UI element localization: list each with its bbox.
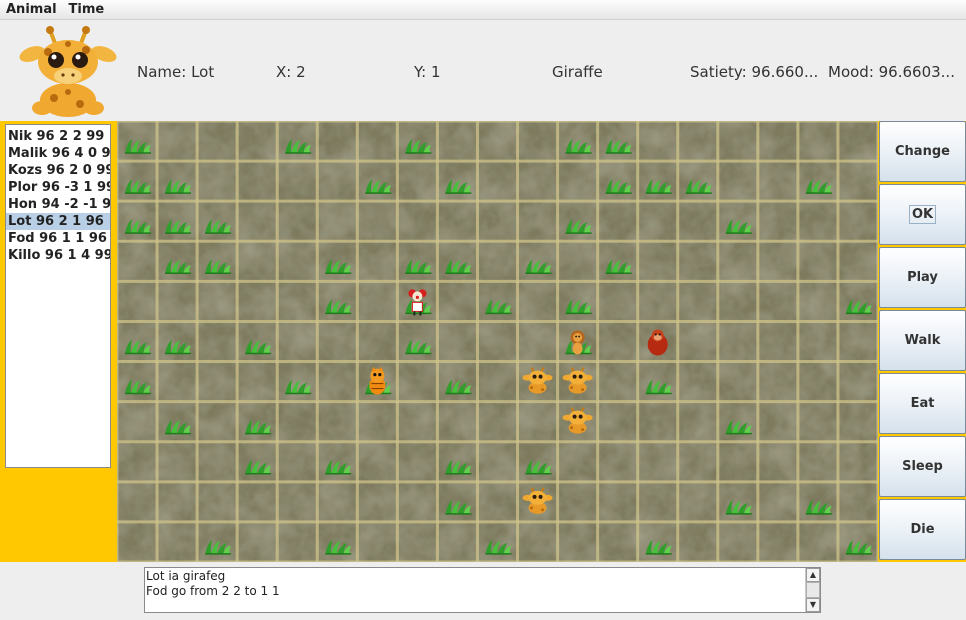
animal-list-item[interactable]: Hon 94 -2 -1 99 xyxy=(6,196,110,213)
info-satiety: Satiety: 96.660... xyxy=(690,63,819,81)
animal-list-item[interactable]: Plor 96 -3 1 99 xyxy=(6,179,110,196)
menu-bar: Animal Time xyxy=(0,0,966,20)
scroll-down-icon[interactable]: ▼ xyxy=(806,598,820,612)
walk-button[interactable]: Walk xyxy=(879,310,966,371)
bottom-panel: Lot ia girafeg Fod go from 2 2 to 1 1 ▲ … xyxy=(0,562,966,620)
map-vegetation-texture xyxy=(117,121,878,562)
animal-list-item[interactable]: Killo 96 1 4 99 xyxy=(6,247,110,264)
left-panel: Nik 96 2 2 99 Malik 96 4 0 99 Kozs 96 2 … xyxy=(0,121,117,562)
play-button[interactable]: Play xyxy=(879,247,966,308)
ok-button-label: OK xyxy=(908,205,937,224)
animal-list[interactable]: Nik 96 2 2 99 Malik 96 4 0 99 Kozs 96 2 … xyxy=(5,124,111,468)
animal-list-item[interactable]: Malik 96 4 0 99 xyxy=(6,145,110,162)
log-scrollbar[interactable]: ▲ ▼ xyxy=(805,568,820,612)
animal-info-bar: Name: Lot X: 2 Y: 1 Giraffe Satiety: 96.… xyxy=(0,20,966,121)
menu-time[interactable]: Time xyxy=(63,2,111,17)
change-button[interactable]: Change xyxy=(879,121,966,182)
menu-animal[interactable]: Animal xyxy=(0,2,63,17)
die-button[interactable]: Die xyxy=(879,499,966,560)
event-log[interactable]: Lot ia girafeg Fod go from 2 2 to 1 1 ▲ … xyxy=(144,567,821,613)
log-line: Fod go from 2 2 to 1 1 xyxy=(146,584,280,598)
savanna-map[interactable] xyxy=(117,121,878,562)
scroll-thumb[interactable] xyxy=(806,582,820,598)
scroll-up-icon[interactable]: ▲ xyxy=(806,568,820,582)
log-line: Lot ia girafeg xyxy=(146,569,226,583)
animal-list-item[interactable]: Lot 96 2 1 96 xyxy=(6,213,110,230)
sleep-button[interactable]: Sleep xyxy=(879,436,966,497)
info-name: Name: Lot xyxy=(137,63,215,81)
ok-button[interactable]: OK xyxy=(879,184,966,245)
eat-button[interactable]: Eat xyxy=(879,373,966,434)
info-x: X: 2 xyxy=(276,63,306,81)
animal-list-item[interactable]: Fod 96 1 1 96 xyxy=(6,230,110,247)
action-panel: Change OK Play Walk Eat Sleep Die xyxy=(878,121,966,562)
cat-icon[interactable] xyxy=(369,366,386,395)
animal-list-item[interactable]: Kozs 96 2 0 99 xyxy=(6,162,110,179)
info-y: Y: 1 xyxy=(414,63,441,81)
info-mood: Mood: 96.6603... xyxy=(828,63,955,81)
animal-list-item[interactable]: Nik 96 2 2 99 xyxy=(6,128,110,145)
info-species: Giraffe xyxy=(552,63,603,81)
giraffe-avatar-icon xyxy=(19,26,117,117)
event-log-text: Lot ia girafeg Fod go from 2 2 to 1 1 xyxy=(146,569,804,599)
